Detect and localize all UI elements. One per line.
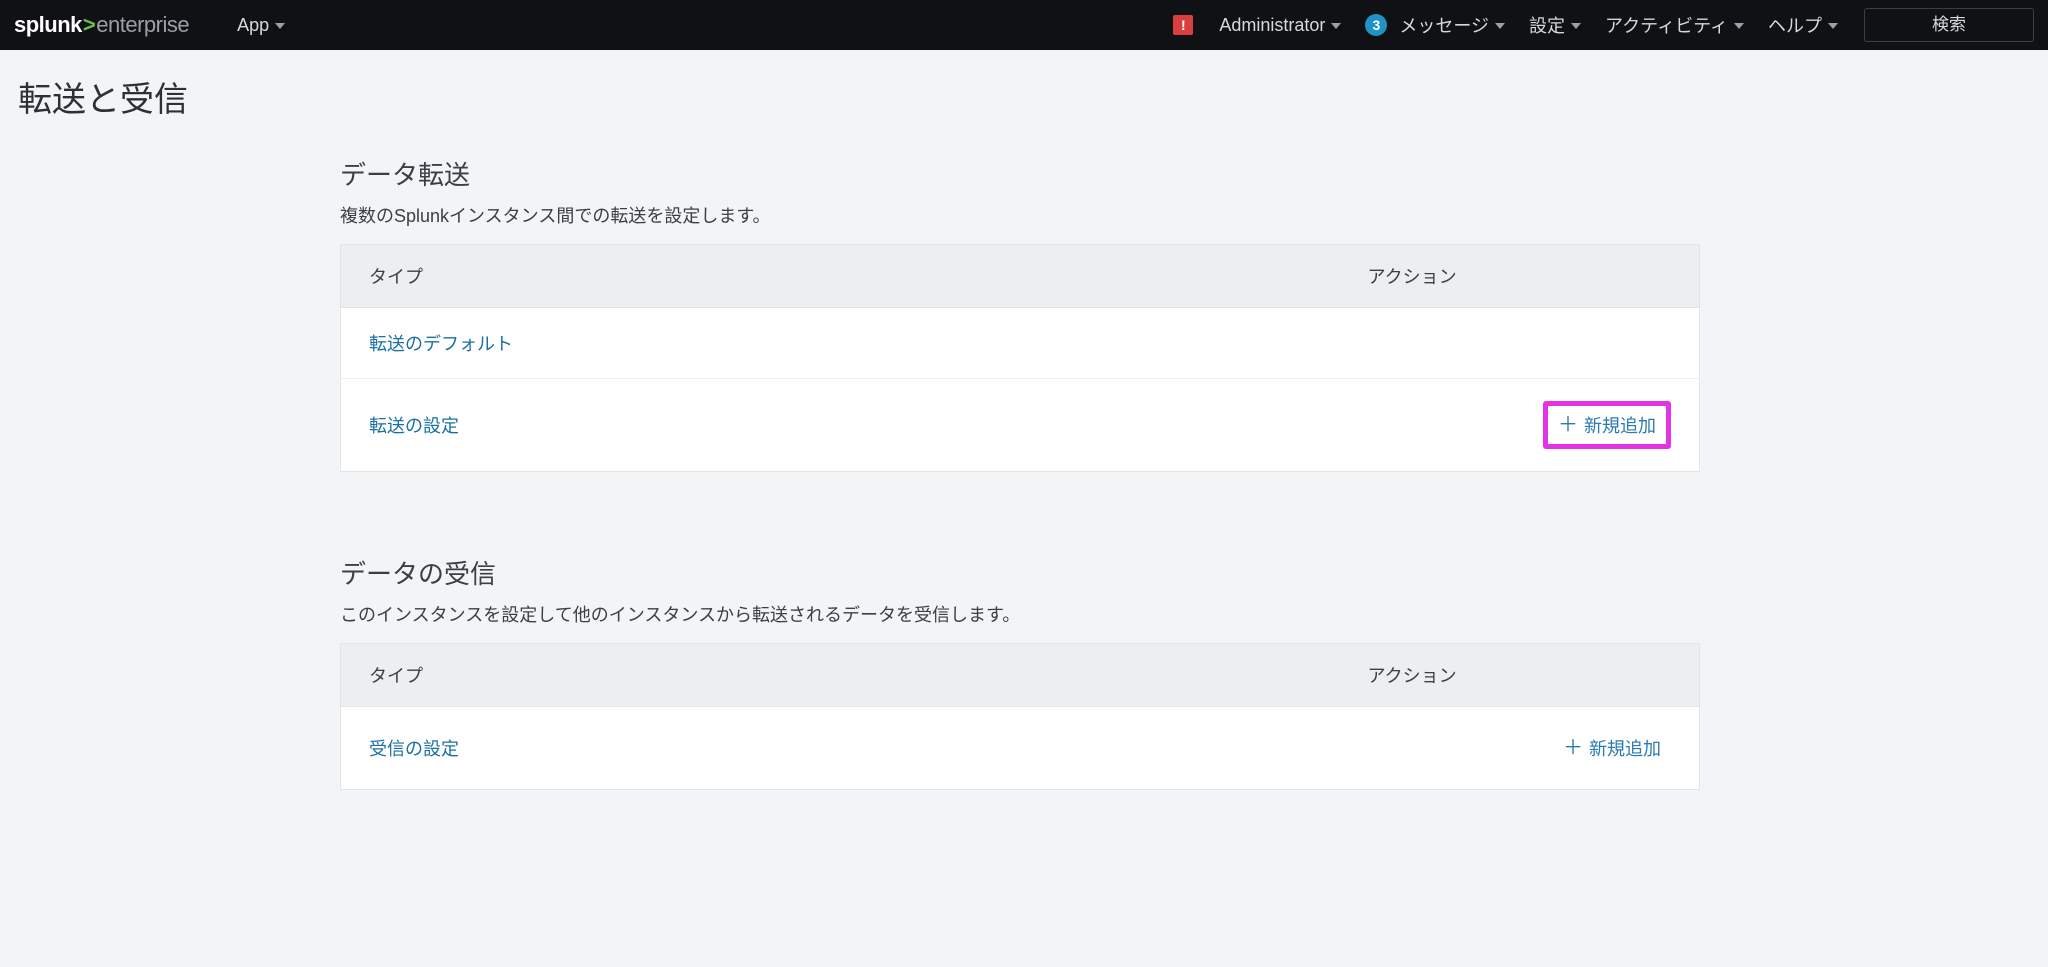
table-row: 転送のデフォルト (341, 308, 1700, 379)
table-row: 転送の設定 ＋ 新規追加 (341, 379, 1700, 472)
plus-icon: ＋ (1563, 738, 1583, 758)
alert-glyph: ! (1181, 17, 1186, 33)
administrator-label: Administrator (1219, 15, 1325, 36)
top-nav: splunk > enterprise App ! Administrator … (0, 0, 2048, 50)
global-search-input[interactable] (1864, 8, 2034, 42)
app-menu[interactable]: App (225, 0, 297, 50)
forwarding-defaults-link[interactable]: 転送のデフォルト (369, 334, 513, 354)
receiving-add-new-label: 新規追加 (1589, 735, 1661, 761)
chevron-down-icon (1571, 23, 1581, 29)
brand-gt-icon: > (83, 12, 95, 38)
forwarding-settings-link[interactable]: 転送の設定 (369, 416, 459, 436)
receiving-section-title: データの受信 (340, 554, 1700, 591)
alert-icon[interactable]: ! (1173, 15, 1193, 35)
brand-logo[interactable]: splunk > enterprise (14, 12, 189, 38)
page-content: データ転送 複数のSplunkインスタンス間での転送を設定します。 タイプ アク… (340, 155, 1700, 790)
page-title: 転送と受信 (0, 50, 2048, 131)
chevron-down-icon (1828, 23, 1838, 29)
forwarding-add-new-button[interactable]: ＋ 新規追加 (1556, 410, 1658, 440)
forwarding-table: タイプ アクション 転送のデフォルト 転送の設定 ＋ 新 (340, 244, 1700, 472)
table-row: 受信の設定 ＋ 新規追加 (341, 707, 1700, 790)
brand-part2: enterprise (96, 12, 189, 38)
highlight-annotation: ＋ 新規追加 (1543, 401, 1671, 449)
chevron-down-icon (1734, 23, 1744, 29)
settings-menu[interactable]: 設定 (1517, 0, 1593, 50)
activity-label: アクティビティ (1605, 12, 1728, 38)
chevron-down-icon (1331, 23, 1341, 29)
receiving-col-action: アクション (1340, 644, 1700, 707)
messages-label: メッセージ (1399, 12, 1489, 38)
forwarding-col-type: タイプ (341, 245, 1340, 308)
receiving-settings-link[interactable]: 受信の設定 (369, 739, 459, 759)
messages-menu[interactable]: 3 メッセージ (1353, 0, 1517, 50)
forwarding-section-title: データ転送 (340, 155, 1700, 192)
receiving-add-new-button[interactable]: ＋ 新規追加 (1553, 729, 1671, 767)
forwarding-add-new-label: 新規追加 (1584, 412, 1656, 438)
messages-count-badge: 3 (1365, 14, 1387, 36)
app-menu-label: App (237, 15, 269, 36)
receiving-table: タイプ アクション 受信の設定 ＋ 新規追加 (340, 643, 1700, 790)
administrator-menu[interactable]: Administrator (1207, 0, 1353, 50)
plus-icon: ＋ (1558, 415, 1578, 435)
chevron-down-icon (1495, 23, 1505, 29)
help-label: ヘルプ (1768, 12, 1822, 38)
activity-menu[interactable]: アクティビティ (1593, 0, 1756, 50)
forwarding-section-desc: 複数のSplunkインスタンス間での転送を設定します。 (340, 202, 1700, 228)
settings-label: 設定 (1529, 12, 1565, 38)
brand-part1: splunk (14, 12, 82, 38)
receiving-col-type: タイプ (341, 644, 1340, 707)
chevron-down-icon (275, 23, 285, 29)
receiving-section-desc: このインスタンスを設定して他のインスタンスから転送されるデータを受信します。 (340, 601, 1700, 627)
help-menu[interactable]: ヘルプ (1756, 0, 1850, 50)
forwarding-col-action: アクション (1340, 245, 1700, 308)
